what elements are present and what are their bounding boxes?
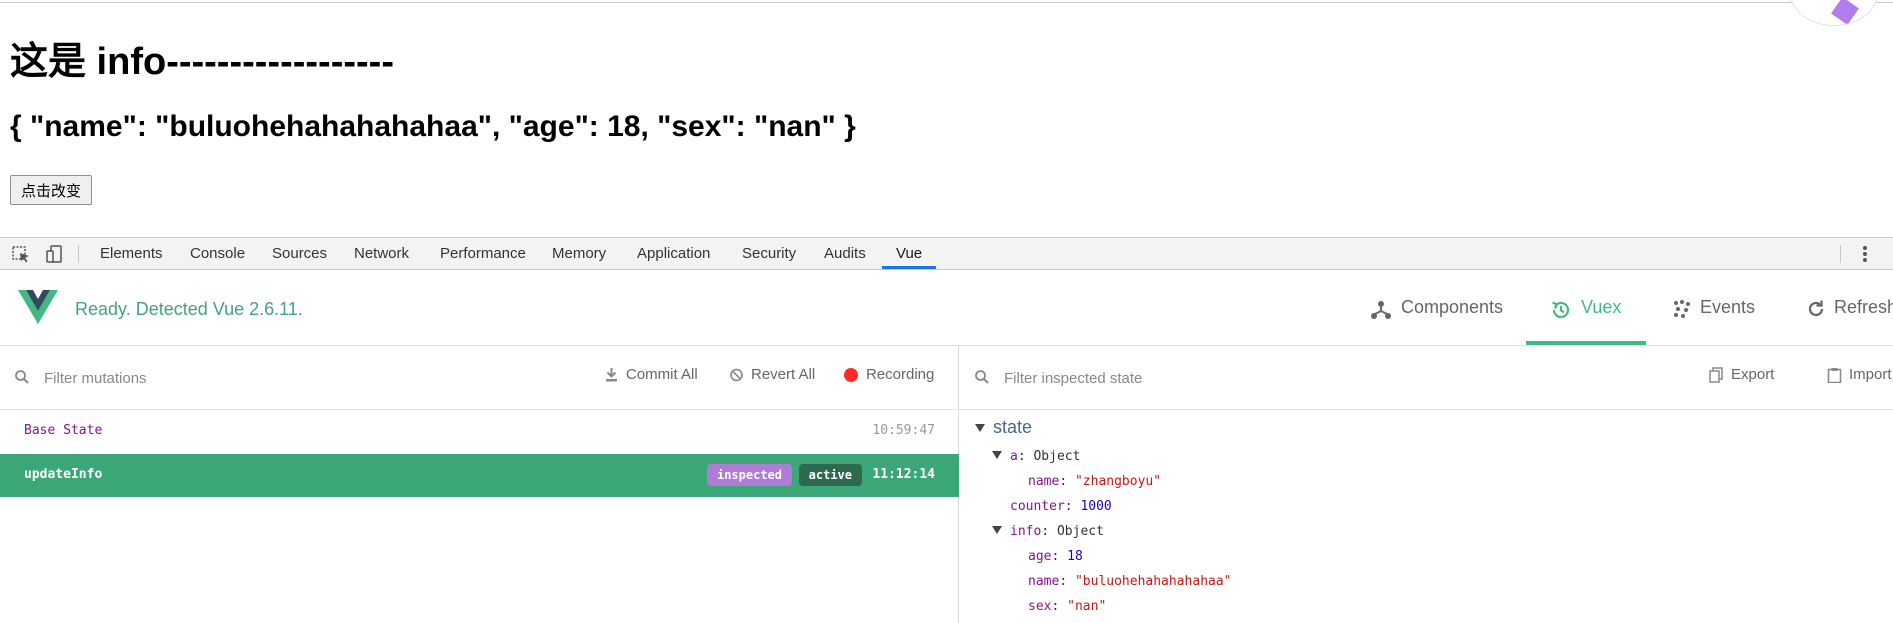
vue-status: Ready. Detected Vue 2.6.11. — [75, 299, 303, 319]
tab-refresh[interactable]: Refresh — [1806, 270, 1893, 343]
revert-all-label: Revert All — [751, 366, 816, 383]
download-icon — [606, 368, 617, 382]
history-icon — [1552, 301, 1570, 319]
tab-separator — [78, 245, 79, 263]
more-options-icon[interactable] — [1858, 244, 1872, 264]
import-label: Import — [1849, 366, 1892, 383]
vue-devtools-header: Ready. Detected Vue 2.6.11. Components V… — [0, 270, 1893, 346]
mutation-name: Base State — [24, 423, 103, 438]
info-json-text: { "name": "buluohehahahahahaa", "age": 1… — [10, 110, 856, 143]
tab-vuex[interactable]: Vuex — [1526, 270, 1646, 345]
tab-security[interactable]: Security — [742, 238, 796, 269]
events-icon — [1674, 300, 1690, 318]
tree-key: name — [1028, 474, 1060, 489]
search-icon — [975, 370, 989, 384]
tree-value: 18 — [1067, 549, 1083, 564]
inspected-badge: inspected — [706, 464, 792, 486]
tree-value: 1000 — [1080, 499, 1112, 514]
components-icon — [1371, 301, 1391, 319]
tab-components-label: Components — [1401, 297, 1504, 317]
tab-events[interactable]: Events — [1672, 270, 1772, 343]
state-inspector-pane: Export Import state a: Object name: "zha… — [959, 346, 1893, 623]
expand-arrow-icon[interactable] — [975, 424, 985, 432]
tree-type: Object — [1033, 449, 1081, 464]
commit-all-button[interactable]: Commit All — [606, 366, 698, 383]
tab-console[interactable]: Console — [190, 238, 245, 269]
filter-mutations-input[interactable] — [42, 364, 446, 392]
tree-value: "nan" — [1067, 599, 1107, 614]
tab-vuex-label: Vuex — [1581, 297, 1622, 317]
recording-dot-icon — [844, 368, 858, 382]
export-button[interactable]: Export — [1709, 366, 1775, 383]
mutation-name: updateInfo — [24, 467, 103, 482]
page-title: 这是 info------------------ — [10, 41, 394, 83]
tree-value: "zhangboyu" — [1074, 474, 1162, 489]
tab-elements[interactable]: Elements — [100, 238, 163, 269]
tree-node-info-age: age: 18 — [1028, 549, 1083, 564]
state-heading: state — [993, 417, 1033, 437]
tree-value: "buluohehahahahahaa" — [1074, 574, 1232, 589]
mutations-toolbar: Commit All Revert All Recording — [0, 346, 959, 410]
tree-key: counter — [1010, 499, 1065, 514]
mutations-pane: Commit All Revert All Recording Base Sta… — [0, 346, 959, 623]
tree-key: info — [1010, 524, 1042, 539]
block-icon — [730, 368, 743, 382]
state-root-node[interactable]: state — [975, 417, 1032, 438]
tab-audits[interactable]: Audits — [824, 238, 866, 269]
tree-node-counter: counter: 1000 — [1010, 499, 1112, 514]
revert-all-button[interactable]: Revert All — [730, 366, 816, 383]
tab-components[interactable]: Components — [1370, 270, 1510, 343]
devtools-tabbar: Elements Console Sources Network Perform… — [0, 237, 1893, 270]
page-content: 这是 info------------------ { "name": "bul… — [0, 0, 1893, 237]
mutation-row-update-info[interactable]: updateInfo inspected active 11:12:14 — [0, 454, 959, 497]
tree-type: Object — [1056, 524, 1104, 539]
tab-events-label: Events — [1700, 297, 1756, 317]
commit-all-label: Commit All — [626, 366, 698, 383]
mutation-time: 11:12:14 — [872, 467, 935, 482]
export-label: Export — [1731, 366, 1775, 383]
tree-node-a-name: name: "zhangboyu" — [1028, 474, 1162, 489]
device-toolbar-icon[interactable] — [44, 244, 66, 264]
mutation-row-base-state[interactable]: Base State 10:59:47 — [0, 410, 959, 453]
recording-label: Recording — [866, 366, 935, 383]
tree-node-info-name: name: "buluohehahahahahaa" — [1028, 574, 1232, 589]
active-badge: active — [798, 464, 862, 486]
copy-icon — [1709, 367, 1723, 383]
tab-refresh-label: Refresh — [1834, 297, 1893, 317]
inspect-element-icon[interactable] — [10, 244, 32, 264]
state-toolbar: Export Import — [959, 346, 1893, 410]
recording-toggle[interactable]: Recording — [844, 366, 935, 383]
tree-key: a — [1010, 449, 1018, 464]
refresh-icon — [1808, 300, 1824, 317]
vue-logo-icon — [18, 290, 58, 324]
tree-node-a[interactable]: a: Object — [992, 449, 1080, 464]
clipboard-icon — [1827, 368, 1842, 383]
tab-memory[interactable]: Memory — [552, 238, 606, 269]
floating-widget[interactable] — [1790, 0, 1878, 26]
tab-network[interactable]: Network — [354, 238, 409, 269]
tab-application[interactable]: Application — [637, 238, 710, 269]
tab-sources[interactable]: Sources — [272, 238, 327, 269]
tab-performance[interactable]: Performance — [440, 238, 526, 269]
tree-key: name — [1028, 574, 1060, 589]
tree-node-info-sex: sex: "nan" — [1028, 599, 1107, 614]
change-button[interactable]: 点击改变 — [10, 175, 93, 205]
tab-vue[interactable]: Vue — [882, 238, 937, 269]
tree-key: sex — [1028, 599, 1052, 614]
filter-state-input[interactable] — [1002, 364, 1406, 392]
mutation-time: 10:59:47 — [872, 423, 935, 438]
tab-separator — [1840, 245, 1841, 263]
tree-key: age — [1028, 549, 1052, 564]
tree-node-info[interactable]: info: Object — [992, 524, 1104, 539]
import-button[interactable]: Import — [1827, 366, 1893, 383]
expand-arrow-icon[interactable] — [992, 526, 1002, 534]
expand-arrow-icon[interactable] — [992, 451, 1002, 459]
top-divider — [0, 2, 1893, 3]
widget-icon — [1831, 0, 1859, 25]
search-icon — [15, 370, 29, 384]
